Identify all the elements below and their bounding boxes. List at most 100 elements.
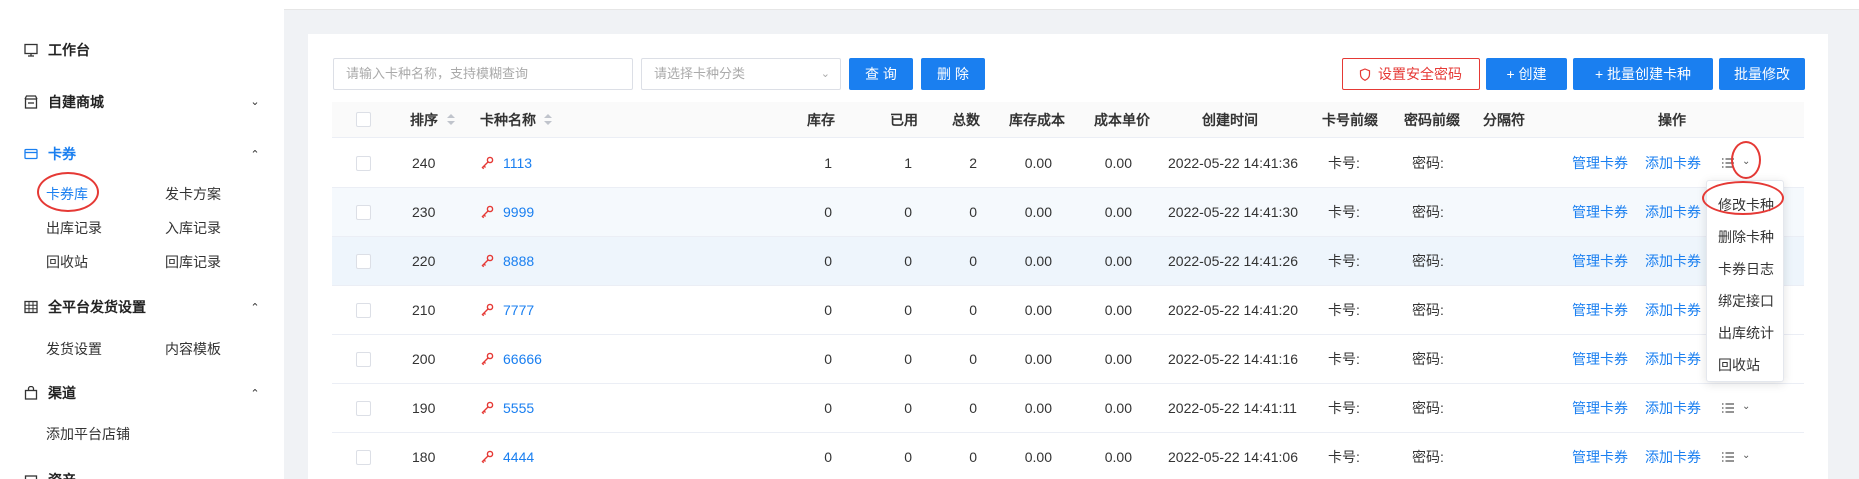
create-button[interactable]: + 创建 bbox=[1486, 58, 1567, 90]
nav-channel[interactable]: 渠道 bbox=[24, 383, 76, 403]
manage-cards-link[interactable]: 管理卡券 bbox=[1572, 237, 1628, 285]
row-name-link[interactable]: 8888 bbox=[503, 237, 534, 285]
row-checkbox[interactable] bbox=[356, 205, 371, 220]
row-checkbox[interactable] bbox=[356, 156, 371, 171]
sidebar-item-card-plan[interactable]: 发卡方案 bbox=[165, 184, 221, 204]
row-checkbox[interactable] bbox=[356, 450, 371, 465]
nav-workbench[interactable]: 工作台 bbox=[24, 40, 90, 60]
set-security-password-button[interactable]: 设置安全密码 bbox=[1342, 58, 1480, 90]
row-name-link[interactable]: 7777 bbox=[503, 286, 534, 334]
row-name-link[interactable]: 9999 bbox=[503, 188, 534, 236]
row-created-time: 2022-05-22 14:41:06 bbox=[1168, 449, 1298, 465]
manage-cards-link[interactable]: 管理卡券 bbox=[1572, 286, 1628, 334]
table-row: 210 7777 0 0 0 0.00 0.00 2022-05-22 14:41:20 卡号:… bbox=[332, 286, 1804, 335]
menu-item-recycle-bin[interactable]: 回收站 bbox=[1718, 355, 1760, 375]
row-unit-cost: 0.00 bbox=[1104, 400, 1132, 416]
list-icon[interactable] bbox=[1722, 451, 1734, 463]
manage-cards-link[interactable]: 管理卡券 bbox=[1572, 433, 1628, 479]
header-name[interactable]: 卡种名称 bbox=[480, 102, 536, 138]
chevron-down-icon[interactable]: ⌄ bbox=[1742, 402, 1752, 412]
top-strip bbox=[284, 0, 1859, 10]
add-cards-link[interactable]: 添加卡券 bbox=[1645, 188, 1701, 236]
query-button[interactable]: 查 询 bbox=[849, 58, 913, 90]
nav-delivery-settings[interactable]: 全平台发货设置 bbox=[24, 297, 146, 317]
row-name-link[interactable]: 4444 bbox=[503, 433, 534, 479]
table-row: 190 5555 0 0 0 0.00 0.00 2022-05-22 14:41:11 卡号:… bbox=[332, 384, 1804, 433]
key-icon bbox=[481, 352, 494, 366]
row-name-link[interactable]: 5555 bbox=[503, 384, 534, 432]
sidebar-item-content-template[interactable]: 内容模板 bbox=[165, 339, 221, 359]
row-total: 0 bbox=[969, 204, 977, 220]
row-name-link[interactable]: 1113 bbox=[503, 139, 532, 187]
table-row: 180 4444 0 0 0 0.00 0.00 2022-05-22 14:41:06 卡号:… bbox=[332, 433, 1804, 479]
row-sort: 240 bbox=[412, 155, 436, 171]
row-used: 0 bbox=[904, 253, 912, 269]
menu-item-edit-card-type[interactable]: 修改卡种 bbox=[1718, 195, 1774, 215]
row-checkbox[interactable] bbox=[356, 401, 371, 416]
chevron-down-icon[interactable]: ⌄ bbox=[248, 473, 262, 479]
manage-cards-link[interactable]: 管理卡券 bbox=[1572, 384, 1628, 432]
select-all-checkbox[interactable] bbox=[356, 112, 371, 127]
header-created-time: 创建时间 bbox=[1202, 112, 1258, 128]
row-stock: 0 bbox=[824, 400, 832, 416]
add-cards-link[interactable]: 添加卡券 bbox=[1645, 237, 1701, 285]
sidebar-item-card-library[interactable]: 卡券库 bbox=[46, 184, 88, 204]
key-icon bbox=[481, 156, 494, 170]
header-used: 已用 bbox=[890, 112, 918, 128]
delete-button[interactable]: 删 除 bbox=[921, 58, 985, 90]
batch-edit-button[interactable]: 批量修改 bbox=[1719, 58, 1805, 90]
row-card-prefix: 卡号: bbox=[1328, 155, 1360, 171]
sidebar-item-add-store[interactable]: 添加平台店铺 bbox=[46, 424, 130, 444]
row-stock-cost: 0.00 bbox=[1024, 351, 1052, 367]
search-input[interactable]: 请输入卡种名称，支持模糊查询 bbox=[333, 58, 633, 90]
header-actions: 操作 bbox=[1658, 112, 1686, 128]
sidebar-item-return-records[interactable]: 回库记录 bbox=[165, 252, 221, 272]
nav-channel-label: 渠道 bbox=[48, 385, 76, 401]
menu-item-card-log[interactable]: 卡券日志 bbox=[1718, 259, 1774, 279]
header-sort[interactable]: 排序 bbox=[410, 102, 438, 138]
manage-cards-link[interactable]: 管理卡券 bbox=[1572, 188, 1628, 236]
row-created-time: 2022-05-22 14:41:16 bbox=[1168, 351, 1298, 367]
row-checkbox[interactable] bbox=[356, 303, 371, 318]
chevron-down-icon: ⌄ bbox=[820, 68, 830, 80]
chevron-down-icon[interactable]: ⌄ bbox=[1742, 451, 1752, 461]
row-checkbox[interactable] bbox=[356, 254, 371, 269]
nav-mall[interactable]: 自建商城 bbox=[24, 92, 104, 112]
row-total: 0 bbox=[969, 449, 977, 465]
add-cards-link[interactable]: 添加卡券 bbox=[1645, 433, 1701, 479]
nav-cards[interactable]: 卡券 bbox=[24, 144, 76, 164]
add-cards-link[interactable]: 添加卡券 bbox=[1645, 286, 1701, 334]
list-icon[interactable] bbox=[1722, 157, 1734, 169]
batch-create-button[interactable]: + 批量创建卡种 bbox=[1573, 58, 1713, 90]
sidebar-item-delivery-settings[interactable]: 发货设置 bbox=[46, 339, 102, 359]
sort-icon[interactable] bbox=[544, 114, 552, 126]
sidebar-item-recycle-bin[interactable]: 回收站 bbox=[46, 252, 88, 272]
chevron-down-icon[interactable]: ⌄ bbox=[1742, 157, 1752, 167]
menu-item-delete-card-type[interactable]: 删除卡种 bbox=[1718, 227, 1774, 247]
chevron-down-icon[interactable]: ⌄ bbox=[248, 95, 262, 109]
header-card-prefix: 卡号前缀 bbox=[1322, 112, 1378, 128]
row-checkbox[interactable] bbox=[356, 352, 371, 367]
chevron-up-icon[interactable]: ⌃ bbox=[248, 387, 262, 401]
manage-cards-link[interactable]: 管理卡券 bbox=[1572, 335, 1628, 383]
nav-assets[interactable]: 资产 bbox=[24, 470, 76, 479]
list-icon[interactable] bbox=[1722, 402, 1734, 414]
row-sort: 210 bbox=[412, 302, 436, 318]
sidebar-item-outbound-records[interactable]: 出库记录 bbox=[46, 218, 102, 238]
row-name-link[interactable]: 66666 bbox=[503, 335, 542, 383]
manage-cards-link[interactable]: 管理卡券 bbox=[1572, 139, 1628, 187]
chevron-up-icon[interactable]: ⌃ bbox=[248, 301, 262, 315]
menu-item-bind-interface[interactable]: 绑定接口 bbox=[1718, 291, 1774, 311]
add-cards-link[interactable]: 添加卡券 bbox=[1645, 139, 1701, 187]
sidebar-item-inbound-records[interactable]: 入库记录 bbox=[165, 218, 221, 238]
row-unit-cost: 0.00 bbox=[1104, 253, 1132, 269]
chevron-up-icon[interactable]: ⌃ bbox=[248, 148, 262, 162]
sort-icon[interactable] bbox=[447, 114, 455, 126]
row-sort: 180 bbox=[412, 449, 436, 465]
monitor-icon bbox=[24, 43, 38, 57]
row-stock-cost: 0.00 bbox=[1024, 204, 1052, 220]
category-select[interactable]: 请选择卡种分类 ⌄ bbox=[641, 58, 841, 90]
add-cards-link[interactable]: 添加卡券 bbox=[1645, 384, 1701, 432]
add-cards-link[interactable]: 添加卡券 bbox=[1645, 335, 1701, 383]
menu-item-outbound-stats[interactable]: 出库统计 bbox=[1718, 323, 1774, 343]
